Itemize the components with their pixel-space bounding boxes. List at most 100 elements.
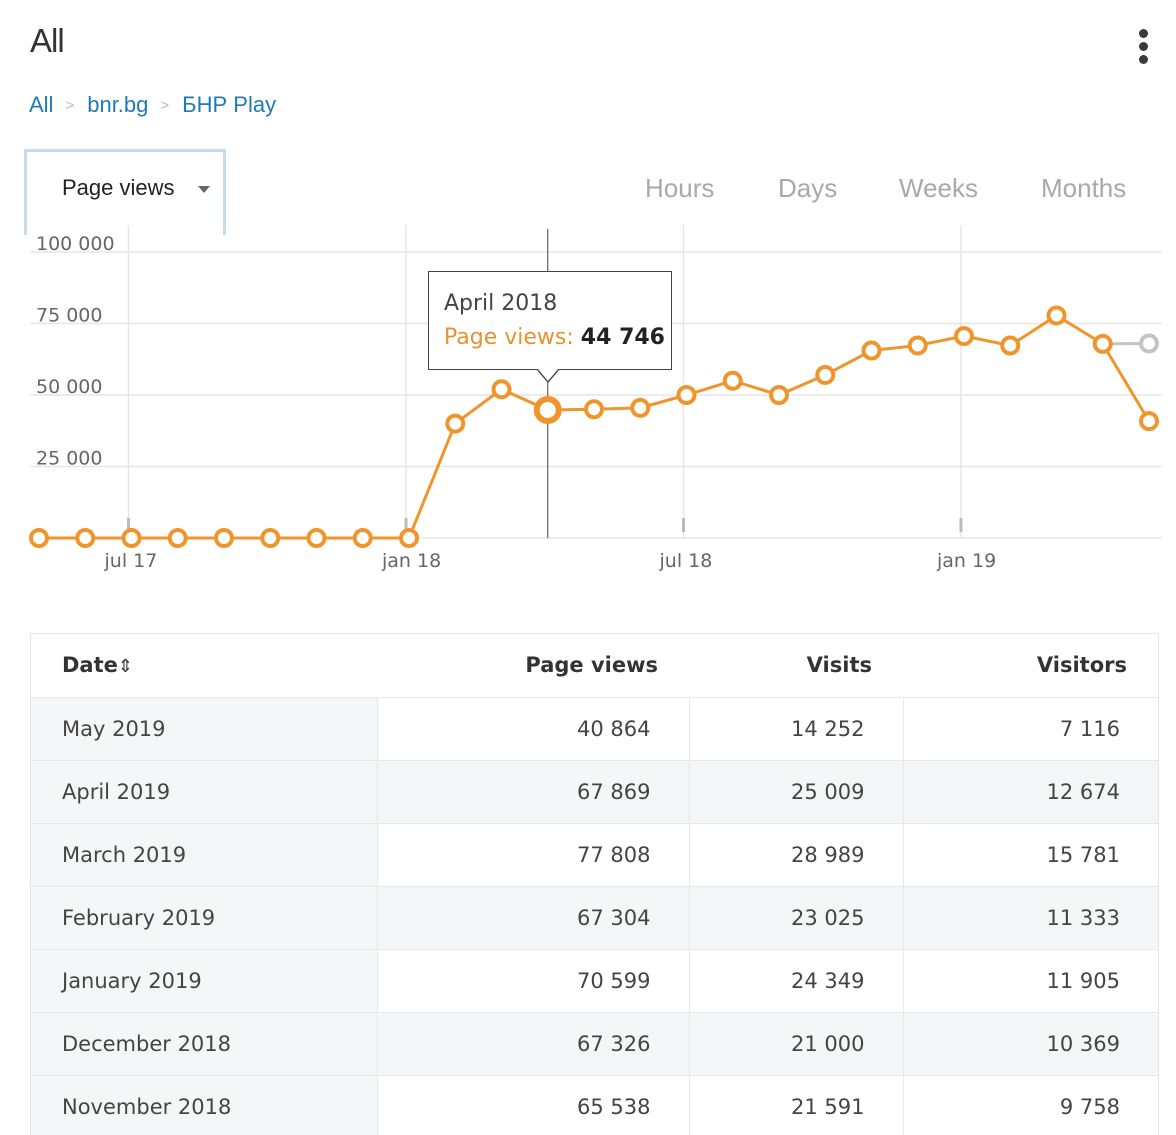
table-body: May 2019 40 864 14 252 7 116 April 2019 67 86… [31, 696, 1158, 1135]
metric-dropdown-label: Page views [62, 175, 175, 200]
cell-date: January 2019 [31, 948, 378, 1012]
column-header-page-views[interactable]: Page views [377, 634, 689, 697]
data-point [907, 335, 928, 356]
data-point [352, 528, 373, 548]
cell-date: April 2019 [31, 759, 378, 823]
data-point [167, 528, 188, 548]
cell-visits: 28 989 [689, 822, 904, 886]
cell-visitors: 10 369 [903, 1011, 1158, 1075]
data-point [584, 399, 604, 420]
data-point [1000, 335, 1021, 356]
data-point [722, 370, 743, 391]
breadcrumb-separator: > [160, 96, 170, 114]
cell-date: May 2019 [31, 696, 378, 760]
cell-visits: 21 000 [689, 1011, 904, 1075]
data-point [214, 528, 234, 548]
data-point [769, 385, 789, 405]
data-point [1046, 305, 1067, 326]
breadcrumb-separator: > [65, 96, 75, 114]
cell-visits: 14 252 [689, 696, 904, 760]
breadcrumb-link-all[interactable]: All [29, 92, 53, 118]
cell-page-views: 67 304 [377, 885, 690, 949]
column-header-visits[interactable]: Visits [689, 634, 903, 697]
x-tick-label: jan 18 [381, 550, 441, 572]
column-header-visitors[interactable]: Visitors [903, 634, 1158, 697]
table-row[interactable]: March 2019 77 808 28 989 15 781 [31, 822, 1158, 886]
cell-visits: 25 009 [689, 759, 904, 823]
kebab-dot [1139, 29, 1148, 38]
data-point [445, 413, 466, 434]
data-point-highlighted [533, 396, 562, 425]
tooltip-arrow-inner [537, 368, 559, 381]
tooltip-value-line: Page views: 44 746 [444, 325, 665, 350]
table-row[interactable]: November 2018 65 538 21 591 9 758 [31, 1074, 1158, 1135]
period-tab-weeks[interactable]: Weeks [899, 173, 978, 204]
cell-date: December 2018 [31, 1011, 378, 1075]
data-point [954, 326, 974, 347]
cell-date: November 2018 [31, 1074, 378, 1135]
breadcrumb: All > bnr.bg > БНР Play [29, 92, 276, 118]
cell-visitors: 9 758 [903, 1074, 1158, 1135]
cell-visitors: 11 333 [903, 885, 1158, 949]
data-point [676, 385, 697, 405]
breadcrumb-link-site[interactable]: bnr.bg [87, 92, 148, 118]
y-tick-label: 75 000 [36, 305, 102, 327]
data-point [399, 528, 419, 548]
cell-page-views: 65 538 [377, 1074, 690, 1135]
tooltip-label: Page views: [444, 325, 574, 350]
period-tab-days[interactable]: Days [778, 173, 837, 204]
period-tab-months[interactable]: Months [1041, 173, 1126, 204]
cell-visits: 24 349 [689, 948, 904, 1012]
cell-visitors: 7 116 [903, 696, 1158, 760]
data-point [815, 364, 836, 385]
x-tick-label: jul 18 [659, 550, 713, 572]
page-title: All [30, 22, 65, 59]
cell-page-views: 77 808 [377, 822, 690, 886]
data-point [1092, 333, 1113, 354]
data-point [630, 397, 651, 418]
cell-visitors: 12 674 [903, 759, 1158, 823]
table-row[interactable]: January 2019 70 599 24 349 11 905 [31, 948, 1158, 1012]
data-point [121, 528, 142, 548]
period-tab-hours[interactable]: Hours [645, 173, 714, 204]
x-tick-label: jan 19 [936, 550, 996, 572]
more-vertical-icon[interactable] [1132, 28, 1154, 68]
data-point [29, 528, 49, 548]
metric-dropdown[interactable]: Page views [24, 149, 226, 235]
caret-down-icon [198, 186, 210, 193]
table-row[interactable]: April 2019 67 869 25 009 12 674 [31, 759, 1158, 823]
kebab-dot [1139, 55, 1148, 64]
column-header-date[interactable]: Date⇕ [31, 634, 377, 697]
column-header-date-label: Date [62, 653, 118, 678]
table-row[interactable]: December 2018 67 326 21 000 10 369 [31, 1011, 1158, 1075]
y-tick-label: 25 000 [36, 448, 102, 470]
cell-page-views: 67 326 [377, 1011, 690, 1075]
data-point [306, 528, 327, 548]
data-point [491, 379, 512, 400]
tooltip-value: 44 746 [580, 325, 665, 350]
x-tick-label: jul 17 [104, 550, 158, 572]
cell-visits: 23 025 [689, 885, 904, 949]
breadcrumb-link-section[interactable]: БНР Play [182, 92, 276, 118]
cell-page-views: 70 599 [377, 948, 690, 1012]
table-row[interactable]: May 2019 40 864 14 252 7 116 [31, 696, 1158, 760]
data-point [260, 528, 281, 548]
analytics-page: All All > bnr.bg > БНР Play Page views H… [0, 0, 1176, 1135]
cell-page-views: 67 869 [377, 759, 690, 823]
tooltip-date: April 2018 [444, 291, 558, 316]
projection-point [1139, 333, 1159, 354]
data-point [75, 528, 96, 548]
y-tick-label: 100 000 [36, 233, 115, 255]
y-tick-label: 50 000 [36, 376, 102, 398]
data-point [861, 340, 882, 361]
kebab-dot [1139, 42, 1148, 51]
cell-visitors: 15 781 [903, 822, 1158, 886]
cell-visitors: 11 905 [903, 948, 1158, 1012]
cell-date: March 2019 [31, 822, 378, 886]
chart-tooltip: April 2018 Page views: 44 746 [428, 271, 672, 383]
cell-visits: 21 591 [689, 1074, 904, 1135]
data-point [1139, 411, 1159, 432]
sort-icon: ⇕ [117, 656, 133, 678]
cell-date: February 2019 [31, 885, 378, 949]
table-row[interactable]: February 2019 67 304 23 025 11 333 [31, 885, 1158, 949]
